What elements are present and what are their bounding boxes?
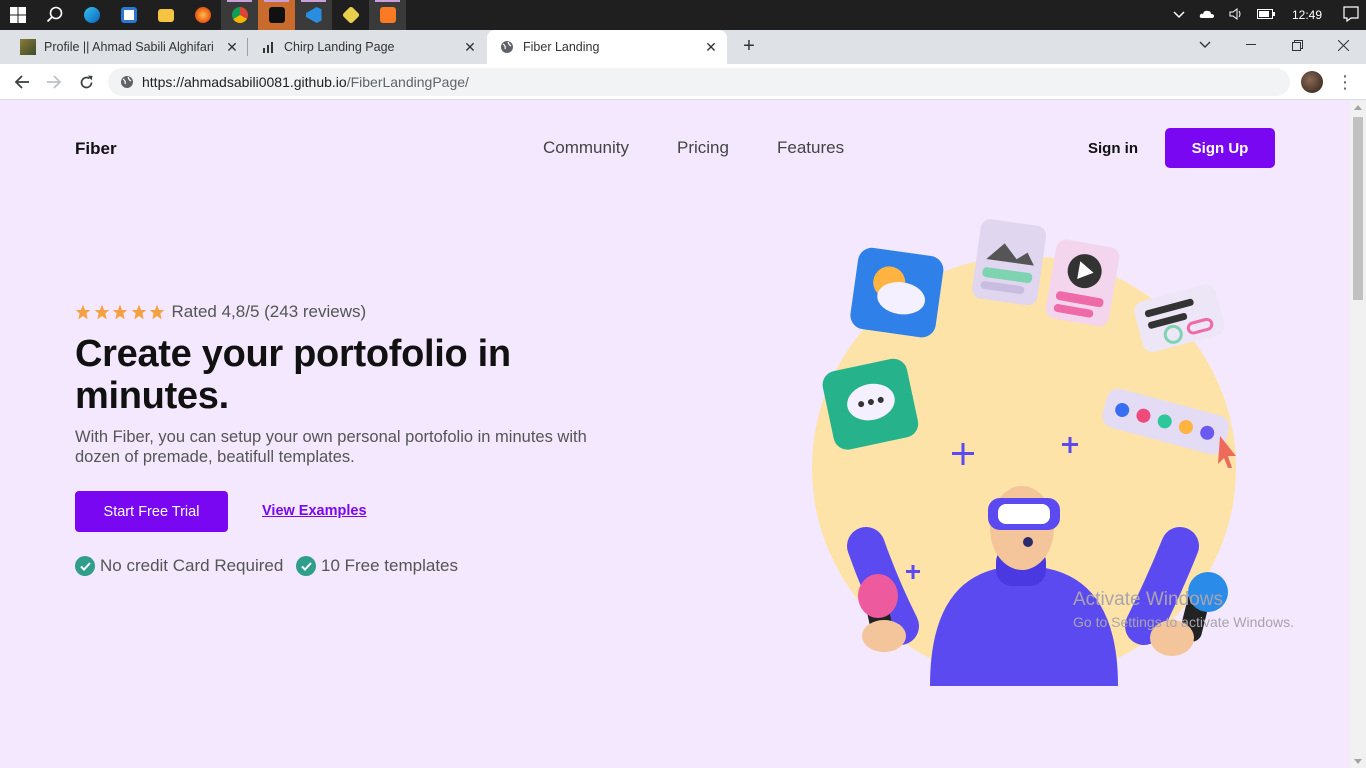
tab-title: Chirp Landing Page [284, 40, 395, 54]
close-tab-icon[interactable]: ✕ [703, 39, 719, 55]
bar-chart-favicon-icon [260, 39, 276, 55]
feature-no-credit-card: No credit Card Required [75, 556, 283, 576]
forward-arrow-icon[interactable] [41, 69, 67, 95]
watermark-title: Activate Windows [1073, 589, 1223, 610]
tab-title: Profile || Ahmad Sabili Alghifari [44, 40, 214, 54]
feature-label: 10 Free templates [321, 556, 459, 575]
watermark-subtitle: Go to Settings to activate Windows. [1073, 614, 1294, 630]
tab-title: Fiber Landing [523, 40, 600, 54]
url-path: /FiberLandingPage/ [346, 74, 469, 90]
volume-icon[interactable] [1229, 7, 1243, 23]
taskbar-firefox-icon[interactable] [184, 0, 221, 30]
new-tab-plus-icon[interactable]: + [738, 35, 760, 57]
star-icon [131, 304, 146, 320]
site-logo[interactable]: Fiber [75, 139, 117, 159]
view-examples-link[interactable]: View Examples [262, 503, 367, 519]
taskbar-xampp-icon[interactable] [369, 0, 406, 30]
scroll-down-arrow-icon[interactable] [1354, 759, 1362, 764]
star-icon [112, 304, 128, 320]
more-menu-icon[interactable]: ⋮ [1336, 71, 1354, 93]
play-card-icon [1045, 239, 1120, 327]
browser-tab-strip: Profile || Ahmad Sabili Alghifari ✕ Chir… [0, 30, 1366, 64]
taskbar-file-explorer-icon[interactable] [147, 0, 184, 30]
nav-link-community[interactable]: Community [543, 138, 629, 158]
sign-in-link[interactable]: Sign in [1088, 140, 1138, 157]
feature-free-templates: 10 Free templates [296, 556, 458, 576]
windows-taskbar: 12:49 [0, 0, 1366, 30]
browser-tab-profile[interactable]: Profile || Ahmad Sabili Alghifari ✕ [8, 30, 248, 64]
feature-label: No credit Card Required [100, 556, 284, 575]
restore-icon[interactable] [1274, 30, 1320, 60]
url-host: https://ahmadsabili0081.github.io [142, 74, 347, 90]
onedrive-cloud-icon[interactable] [1199, 8, 1215, 22]
windows-start-button[interactable] [0, 0, 36, 30]
profile-favicon-icon [20, 39, 36, 55]
rating-text: Rated 4,8/5 (243 reviews) [171, 302, 367, 321]
scroll-up-arrow-icon[interactable] [1354, 105, 1362, 110]
notification-icon[interactable] [1343, 5, 1359, 25]
close-tab-icon[interactable]: ✕ [224, 39, 240, 55]
rating-row: Rated 4,8/5 (243 reviews) [75, 302, 366, 322]
reload-icon[interactable] [73, 69, 99, 95]
taskbar-store-icon[interactable] [110, 0, 147, 30]
browser-tab-chirp[interactable]: Chirp Landing Page ✕ [248, 30, 486, 64]
settings-card-icon [1134, 284, 1225, 352]
image-card-icon [972, 219, 1047, 306]
nav-link-pricing[interactable]: Pricing [677, 138, 729, 158]
taskbar-chrome-icon[interactable] [221, 0, 258, 30]
address-bar[interactable]: https://ahmadsabili0081.github.io/FiberL… [108, 68, 1290, 96]
sign-up-button[interactable]: Sign Up [1165, 128, 1275, 168]
system-tray: 12:49 [1166, 0, 1366, 30]
star-icon [75, 304, 91, 320]
minimize-icon[interactable] [1228, 30, 1274, 60]
start-free-trial-button[interactable]: Start Free Trial [75, 491, 228, 532]
rating-stars [75, 304, 168, 320]
tab-search-chevron-icon[interactable] [1182, 30, 1228, 60]
battery-icon[interactable] [1256, 8, 1275, 22]
hero-subtext: With Fiber, you can setup your own perso… [75, 428, 587, 466]
profile-avatar[interactable] [1301, 71, 1323, 93]
taskbar-search-icon[interactable] [36, 0, 73, 30]
chevron-up-icon[interactable] [1173, 8, 1185, 22]
star-icon [94, 304, 109, 320]
scrollbar-thumb[interactable] [1353, 117, 1363, 300]
page-scrollbar[interactable] [1350, 101, 1366, 768]
close-tab-icon[interactable]: ✕ [462, 39, 478, 55]
hero-headline: Create your portofolio in minutes. [75, 333, 511, 417]
taskbar-figma-icon[interactable] [258, 0, 295, 30]
url-text: https://ahmadsabili0081.github.io/FiberL… [142, 74, 469, 90]
close-window-icon[interactable] [1320, 30, 1366, 60]
taskbar-edge-icon[interactable] [73, 0, 110, 30]
windows-logo-icon [10, 7, 26, 23]
nav-link-features[interactable]: Features [777, 138, 844, 158]
taskbar-clock[interactable]: 12:49 [1292, 8, 1322, 22]
check-circle-icon [296, 556, 316, 576]
site-info-icon[interactable] [120, 75, 134, 89]
star-icon [149, 304, 165, 320]
globe-favicon-icon [499, 39, 515, 55]
back-arrow-icon[interactable] [9, 69, 35, 95]
browser-toolbar: https://ahmadsabili0081.github.io/FiberL… [0, 64, 1366, 100]
weather-card-icon [850, 247, 944, 338]
taskbar-vscode-icon[interactable] [295, 0, 332, 30]
browser-tab-fiber[interactable]: Fiber Landing ✕ [487, 30, 727, 64]
check-circle-icon [75, 556, 95, 576]
activate-windows-watermark: Activate Windows Go to Settings to activ… [1073, 589, 1294, 630]
taskbar-git-icon[interactable] [332, 0, 369, 30]
fiber-landing-page: Fiber Community Pricing Features Sign in… [0, 101, 1350, 768]
